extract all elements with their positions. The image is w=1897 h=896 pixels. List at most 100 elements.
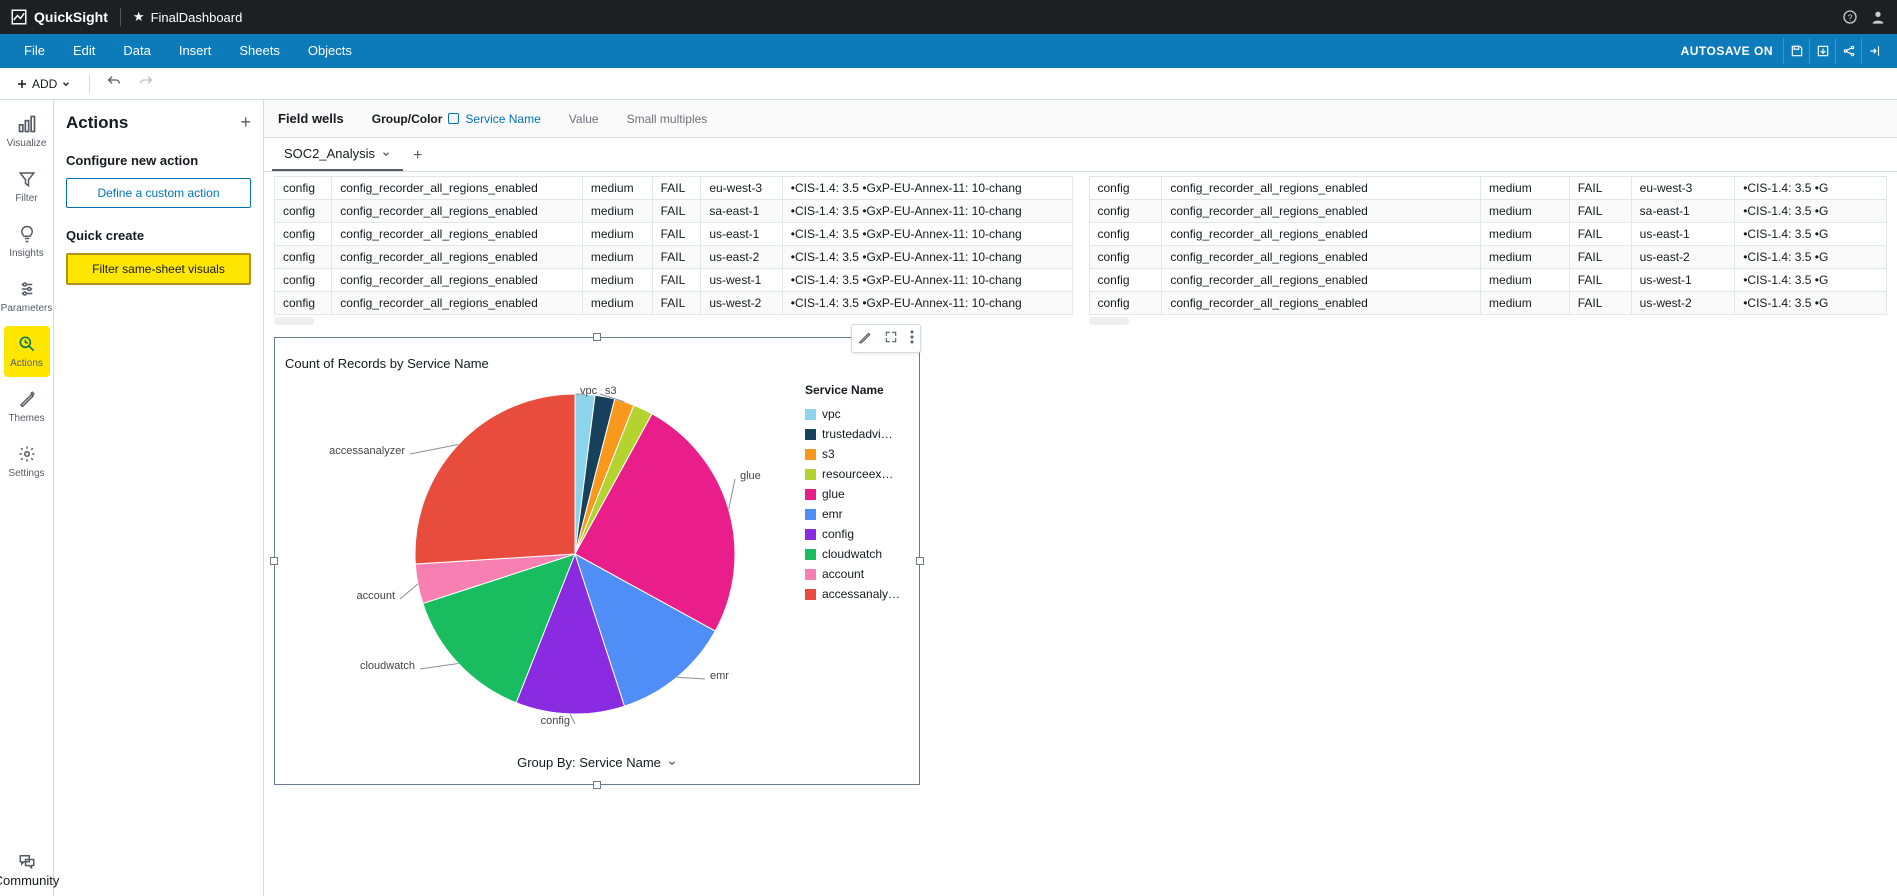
- chart-title: Count of Records by Service Name: [285, 356, 909, 371]
- resize-handle[interactable]: [270, 557, 278, 565]
- slice-label: emr: [710, 670, 729, 682]
- visual-table-left[interactable]: configconfig_recorder_all_regions_enable…: [274, 176, 1073, 325]
- visual-table-right[interactable]: configconfig_recorder_all_regions_enable…: [1089, 176, 1888, 325]
- themes-icon: [17, 389, 37, 409]
- panel-title: Actions: [66, 113, 128, 133]
- field-type-icon: [448, 113, 459, 124]
- fieldwell-value[interactable]: Value: [569, 112, 599, 126]
- menu-insert[interactable]: Insert: [165, 34, 226, 68]
- table-row[interactable]: configconfig_recorder_all_regions_enable…: [1089, 246, 1887, 269]
- visualize-icon: [17, 114, 37, 134]
- legend-title: Service Name: [805, 383, 909, 397]
- visual-pie-chart[interactable]: Count of Records by Service Name vpc s3 gl…: [274, 337, 920, 785]
- configure-label: Configure new action: [66, 153, 251, 168]
- table-row[interactable]: configconfig_recorder_all_regions_enable…: [1089, 200, 1887, 223]
- table-row[interactable]: configconfig_recorder_all_regions_enable…: [1089, 223, 1887, 246]
- table-row[interactable]: configconfig_recorder_all_regions_enable…: [275, 177, 1073, 200]
- dashboard-name[interactable]: FinalDashboard: [151, 10, 243, 25]
- table-row[interactable]: configconfig_recorder_all_regions_enable…: [275, 223, 1073, 246]
- legend-item[interactable]: vpc: [805, 407, 909, 421]
- legend-swatch: [805, 489, 816, 500]
- sidebar-item-community[interactable]: Community: [4, 844, 50, 896]
- more-icon[interactable]: [908, 328, 916, 349]
- quicksight-logo[interactable]: QuickSight: [10, 8, 108, 26]
- filter-icon: [17, 169, 37, 189]
- table-row[interactable]: configconfig_recorder_all_regions_enable…: [275, 292, 1073, 315]
- legend-item[interactable]: config: [805, 527, 909, 541]
- legend-swatch: [805, 449, 816, 460]
- legend-swatch: [805, 549, 816, 560]
- expand-icon[interactable]: [882, 328, 900, 349]
- resize-handle[interactable]: [593, 333, 601, 341]
- share-icon[interactable]: [1835, 38, 1861, 64]
- undo-button[interactable]: [102, 70, 126, 97]
- legend-item[interactable]: resourceex…: [805, 467, 909, 481]
- table-row[interactable]: configconfig_recorder_all_regions_enable…: [1089, 269, 1887, 292]
- table-row[interactable]: configconfig_recorder_all_regions_enable…: [1089, 177, 1887, 200]
- actions-panel: Actions + Configure new action Define a …: [54, 100, 264, 896]
- star-icon[interactable]: ★: [133, 9, 145, 25]
- add-button[interactable]: ADD: [10, 74, 77, 94]
- define-custom-action-button[interactable]: Define a custom action: [66, 178, 251, 208]
- legend-item[interactable]: trustedadvi…: [805, 427, 909, 441]
- legend-item[interactable]: cloudwatch: [805, 547, 909, 561]
- slice-label: glue: [740, 470, 761, 482]
- fieldwell-group[interactable]: Group/Color Service Name: [372, 112, 541, 126]
- sidebar-item-actions[interactable]: Actions: [4, 326, 50, 377]
- resize-handle[interactable]: [593, 781, 601, 789]
- visual-toolbar: [851, 324, 921, 353]
- menu-objects[interactable]: Objects: [294, 34, 366, 68]
- h-scrollbar[interactable]: [274, 317, 314, 325]
- publish-icon[interactable]: [1861, 38, 1887, 64]
- chart-legend: Service Name vpc trustedadvi… s3 resourceex…: [805, 379, 909, 749]
- sidebar-item-filter[interactable]: Filter: [4, 161, 50, 212]
- user-icon[interactable]: [1869, 8, 1887, 26]
- menubar: File Edit Data Insert Sheets Objects AUT…: [0, 34, 1897, 68]
- h-scrollbar[interactable]: [1089, 317, 1129, 325]
- insights-icon: [17, 224, 37, 244]
- autosave-status[interactable]: AUTOSAVE ON: [1681, 44, 1773, 58]
- add-sheet-button[interactable]: +: [403, 141, 432, 171]
- fieldwells-label: Field wells: [278, 111, 344, 126]
- table-row[interactable]: configconfig_recorder_all_regions_enable…: [275, 269, 1073, 292]
- sidebar-item-settings[interactable]: Settings: [4, 436, 50, 487]
- quickcreate-label: Quick create: [66, 228, 251, 243]
- table-row[interactable]: configconfig_recorder_all_regions_enable…: [275, 200, 1073, 223]
- legend-item[interactable]: emr: [805, 507, 909, 521]
- legend-item[interactable]: accessanaly…: [805, 587, 909, 601]
- slice-label: accessanalyzer: [329, 445, 405, 457]
- menu-edit[interactable]: Edit: [59, 34, 109, 68]
- pie-slice-accessanalyzer[interactable]: [415, 394, 575, 564]
- slice-label: s3: [605, 385, 617, 397]
- legend-item[interactable]: glue: [805, 487, 909, 501]
- edit-icon[interactable]: [856, 328, 874, 349]
- resize-handle[interactable]: [916, 557, 924, 565]
- menu-data[interactable]: Data: [109, 34, 164, 68]
- field-wells-bar[interactable]: Field wells Group/Color Service Name Val…: [264, 100, 1897, 138]
- pie-chart-canvas[interactable]: vpcs3glueemrconfigcloudwatchaccountacces…: [285, 379, 805, 749]
- slice-label: config: [541, 715, 570, 727]
- table-row[interactable]: configconfig_recorder_all_regions_enable…: [1089, 292, 1887, 315]
- canvas-area: Field wells Group/Color Service Name Val…: [264, 100, 1897, 896]
- fieldwell-smallmult[interactable]: Small multiples: [627, 112, 708, 126]
- add-action-button[interactable]: +: [240, 112, 251, 133]
- community-icon: [18, 852, 36, 873]
- sidebar-item-insights[interactable]: Insights: [4, 216, 50, 267]
- legend-item[interactable]: account: [805, 567, 909, 581]
- legend-item[interactable]: s3: [805, 447, 909, 461]
- menu-file[interactable]: File: [10, 34, 59, 68]
- sidebar-item-visualize[interactable]: Visualize: [4, 106, 50, 157]
- quicksight-topbar: QuickSight ★ FinalDashboard ?: [0, 0, 1897, 34]
- sidebar-item-parameters[interactable]: Parameters: [4, 271, 50, 322]
- groupby-label[interactable]: Group By: Service Name: [285, 755, 909, 770]
- filter-same-sheet-button[interactable]: Filter same-sheet visuals: [66, 253, 251, 285]
- menu-sheets[interactable]: Sheets: [225, 34, 293, 68]
- legend-swatch: [805, 509, 816, 520]
- sidebar-item-themes[interactable]: Themes: [4, 381, 50, 432]
- export-icon[interactable]: [1809, 38, 1835, 64]
- table-row[interactable]: configconfig_recorder_all_regions_enable…: [275, 246, 1073, 269]
- help-icon[interactable]: ?: [1841, 8, 1859, 26]
- sheet-tab-soc2[interactable]: SOC2_Analysis: [272, 138, 403, 171]
- redo-button[interactable]: [134, 70, 158, 97]
- save-icon[interactable]: [1783, 38, 1809, 64]
